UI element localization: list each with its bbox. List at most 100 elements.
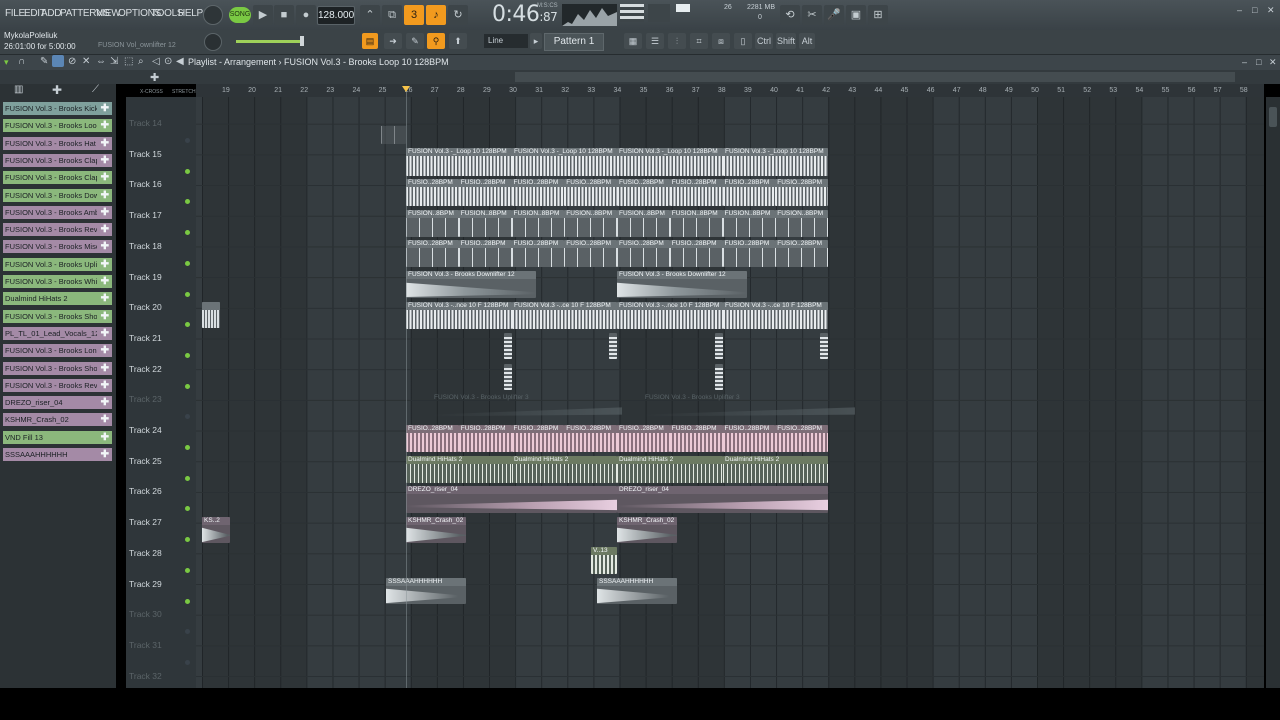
- clip-t24[interactable]: FUSIO..28BPM: [722, 425, 776, 452]
- playhead-marker-icon[interactable]: [402, 86, 410, 92]
- wait-icon[interactable]: ⧉: [382, 5, 402, 25]
- shift-key[interactable]: Shift: [776, 33, 796, 49]
- undo-icon[interactable]: ⟲: [780, 5, 800, 25]
- loop-record-icon[interactable]: ↻: [448, 5, 468, 25]
- track-label[interactable]: Track 26: [129, 486, 162, 496]
- clip-hihats[interactable]: Dualmind HiHats 2: [512, 456, 617, 483]
- track-label[interactable]: Track 14: [129, 118, 162, 128]
- channel-item[interactable]: FUSION Vol.3 - Brooks Long... ✚: [3, 344, 112, 358]
- clip-crash-small[interactable]: KS..2: [202, 517, 230, 543]
- clip-t24[interactable]: FUSIO..28BPM: [458, 425, 512, 452]
- browser-icon[interactable]: ⧈: [712, 33, 730, 49]
- pencil-icon[interactable]: ✎: [406, 33, 424, 49]
- channel-item[interactable]: FUSION Vol.3 - Brooks Whit... ✚: [3, 275, 112, 288]
- clip-loop-10[interactable]: FUSION Vol.3 -_Loop 10 128BPM: [723, 148, 828, 176]
- close-icon[interactable]: ✕: [1267, 6, 1276, 15]
- clip-riser[interactable]: DREZO_riser_04: [406, 486, 617, 513]
- cut-icon[interactable]: ✂: [802, 5, 822, 25]
- clip-hit[interactable]: [820, 333, 828, 359]
- menu-file[interactable]: FILE: [5, 8, 25, 19]
- channel-item[interactable]: FUSION Vol.3 - Brooks Uplif... ✚: [3, 257, 112, 271]
- clip-t16[interactable]: FUSIO..28BPM: [722, 179, 776, 206]
- add-clip-icon[interactable]: ✚: [101, 379, 109, 392]
- paint-tool-icon[interactable]: [52, 55, 64, 67]
- channel-item[interactable]: FUSION Vol.3 - Brooks Ambi... ✚: [3, 205, 112, 219]
- add-clip-icon[interactable]: ✚: [101, 119, 109, 132]
- track-label[interactable]: Track 22: [129, 364, 162, 374]
- track-status-icon[interactable]: [185, 445, 190, 450]
- track-status-icon[interactable]: [185, 291, 190, 297]
- add-clip-icon[interactable]: ✚: [101, 206, 109, 219]
- track-label[interactable]: Track 18: [129, 241, 162, 251]
- channel-item[interactable]: FUSION Vol.3 - Brooks Reve... ✚: [3, 223, 112, 237]
- track-status-icon[interactable]: [185, 383, 190, 389]
- track-status-icon[interactable]: [185, 352, 190, 358]
- track-status-icon[interactable]: [185, 659, 190, 665]
- channel-item[interactable]: FUSION Vol.3 - Brooks Misc... ✚: [3, 240, 112, 254]
- channel-item[interactable]: SSSAAAHHHHHH ✚: [3, 448, 112, 461]
- scroll-thumb[interactable]: [1269, 107, 1277, 127]
- delete-tool-icon[interactable]: ⊘: [68, 56, 76, 67]
- clip-t18[interactable]: FUSIO..28BPM: [722, 240, 776, 267]
- clip-t16[interactable]: FUSIO..28BPM: [617, 179, 670, 206]
- clip-vocal-shout[interactable]: SSSAAAHHHHHH: [597, 578, 677, 604]
- track-label[interactable]: Track 25: [129, 456, 162, 466]
- record-icon[interactable]: ●: [296, 5, 316, 25]
- clip-t24[interactable]: FUSIO..28BPM: [406, 425, 459, 452]
- clip-t18[interactable]: FUSIO..28BPM: [669, 240, 723, 267]
- draw-tool-icon[interactable]: ✎: [40, 56, 48, 67]
- playback-tool-icon[interactable]: ◁: [152, 56, 160, 67]
- clip-t18[interactable]: FUSIO..28BPM: [458, 240, 512, 267]
- slip-tool-icon[interactable]: ⇔: [96, 56, 106, 67]
- master-volume-handle[interactable]: [300, 36, 304, 46]
- clip-crash[interactable]: KSHMR_Crash_02: [617, 517, 677, 543]
- clip-t18[interactable]: FUSIO..28BPM: [564, 240, 617, 267]
- track-label[interactable]: Track 31: [129, 640, 162, 650]
- clip-t24[interactable]: FUSIO..28BPM: [775, 425, 828, 452]
- clip-t24[interactable]: FUSIO..28BPM: [564, 425, 617, 452]
- add-clip-icon[interactable]: ✚: [101, 362, 109, 375]
- add-clip-icon[interactable]: ✚: [101, 344, 109, 357]
- clip-t16[interactable]: FUSIO..28BPM: [564, 179, 617, 206]
- playlist-icon[interactable]: ▤: [362, 33, 378, 49]
- channel-item[interactable]: FUSION Vol.3 - Brooks Clap... ✚: [3, 153, 112, 167]
- track-label[interactable]: Track 21: [129, 333, 162, 343]
- piano-roll-icon[interactable]: ⌗: [690, 33, 708, 49]
- pattern-picker-icon[interactable]: ▥: [14, 84, 23, 95]
- clip-loop-10[interactable]: FUSION Vol.3 -_Loop 10 128BPM: [617, 148, 723, 176]
- clip-fill[interactable]: V..13: [591, 547, 617, 574]
- clip-hihats[interactable]: Dualmind HiHats 2: [406, 456, 512, 483]
- add-clip-icon[interactable]: ✚: [101, 431, 109, 444]
- zoom-tool-icon[interactable]: ⌕: [138, 56, 144, 67]
- arrow-right-icon[interactable]: ➜: [384, 33, 402, 49]
- menu-add[interactable]: ADD: [41, 8, 62, 19]
- select-tool-icon[interactable]: ⬚: [124, 56, 133, 67]
- add-clip-icon[interactable]: ✚: [101, 396, 109, 409]
- clip-t18[interactable]: FUSIO..28BPM: [617, 240, 670, 267]
- clip-t17[interactable]: FUSION..8BPM: [775, 210, 828, 237]
- clip-riser[interactable]: DREZO_riser_04: [617, 486, 828, 513]
- clip-downlifter[interactable]: FUSION Vol.3 - Brooks Downlifter 12: [406, 271, 536, 298]
- track-label[interactable]: Track 20: [129, 302, 162, 312]
- add-clip-icon[interactable]: ✚: [101, 223, 109, 236]
- clip-t18[interactable]: FUSIO..28BPM: [511, 240, 565, 267]
- menu-help[interactable]: HELP: [178, 8, 203, 19]
- clip-loop-10[interactable]: FUSION Vol.3 -_Loop 10 128BPM: [512, 148, 617, 176]
- playlist-maximize-icon[interactable]: □: [1256, 58, 1265, 67]
- add-clip-icon[interactable]: ✚: [101, 327, 109, 340]
- pattern-selector[interactable]: Pattern 1: [544, 33, 604, 51]
- clip-t17[interactable]: FUSION..8BPM: [669, 210, 723, 237]
- clip-t17[interactable]: FUSION..8BPM: [722, 210, 776, 237]
- playlist-close-icon[interactable]: ✕: [1269, 58, 1278, 67]
- track-label[interactable]: Track 32: [129, 671, 162, 681]
- track-label[interactable]: Track 28: [129, 548, 162, 558]
- add-clip-icon[interactable]: ✚: [101, 102, 109, 115]
- clip-hihats[interactable]: Dualmind HiHats 2: [723, 456, 828, 483]
- clip-t17[interactable]: FUSION..8BPM: [564, 210, 617, 237]
- channel-item[interactable]: PL_TL_01_Lead_Vocals_12... ✚: [3, 326, 112, 340]
- metronome-icon[interactable]: ⌃: [360, 5, 380, 25]
- clip-hit[interactable]: [715, 364, 723, 390]
- automation-picker-icon[interactable]: ⟋: [92, 84, 99, 95]
- channel-item[interactable]: FUSION Vol.3 - Brooks Dow... ✚: [3, 188, 112, 202]
- clip-t24[interactable]: FUSIO..28BPM: [669, 425, 723, 452]
